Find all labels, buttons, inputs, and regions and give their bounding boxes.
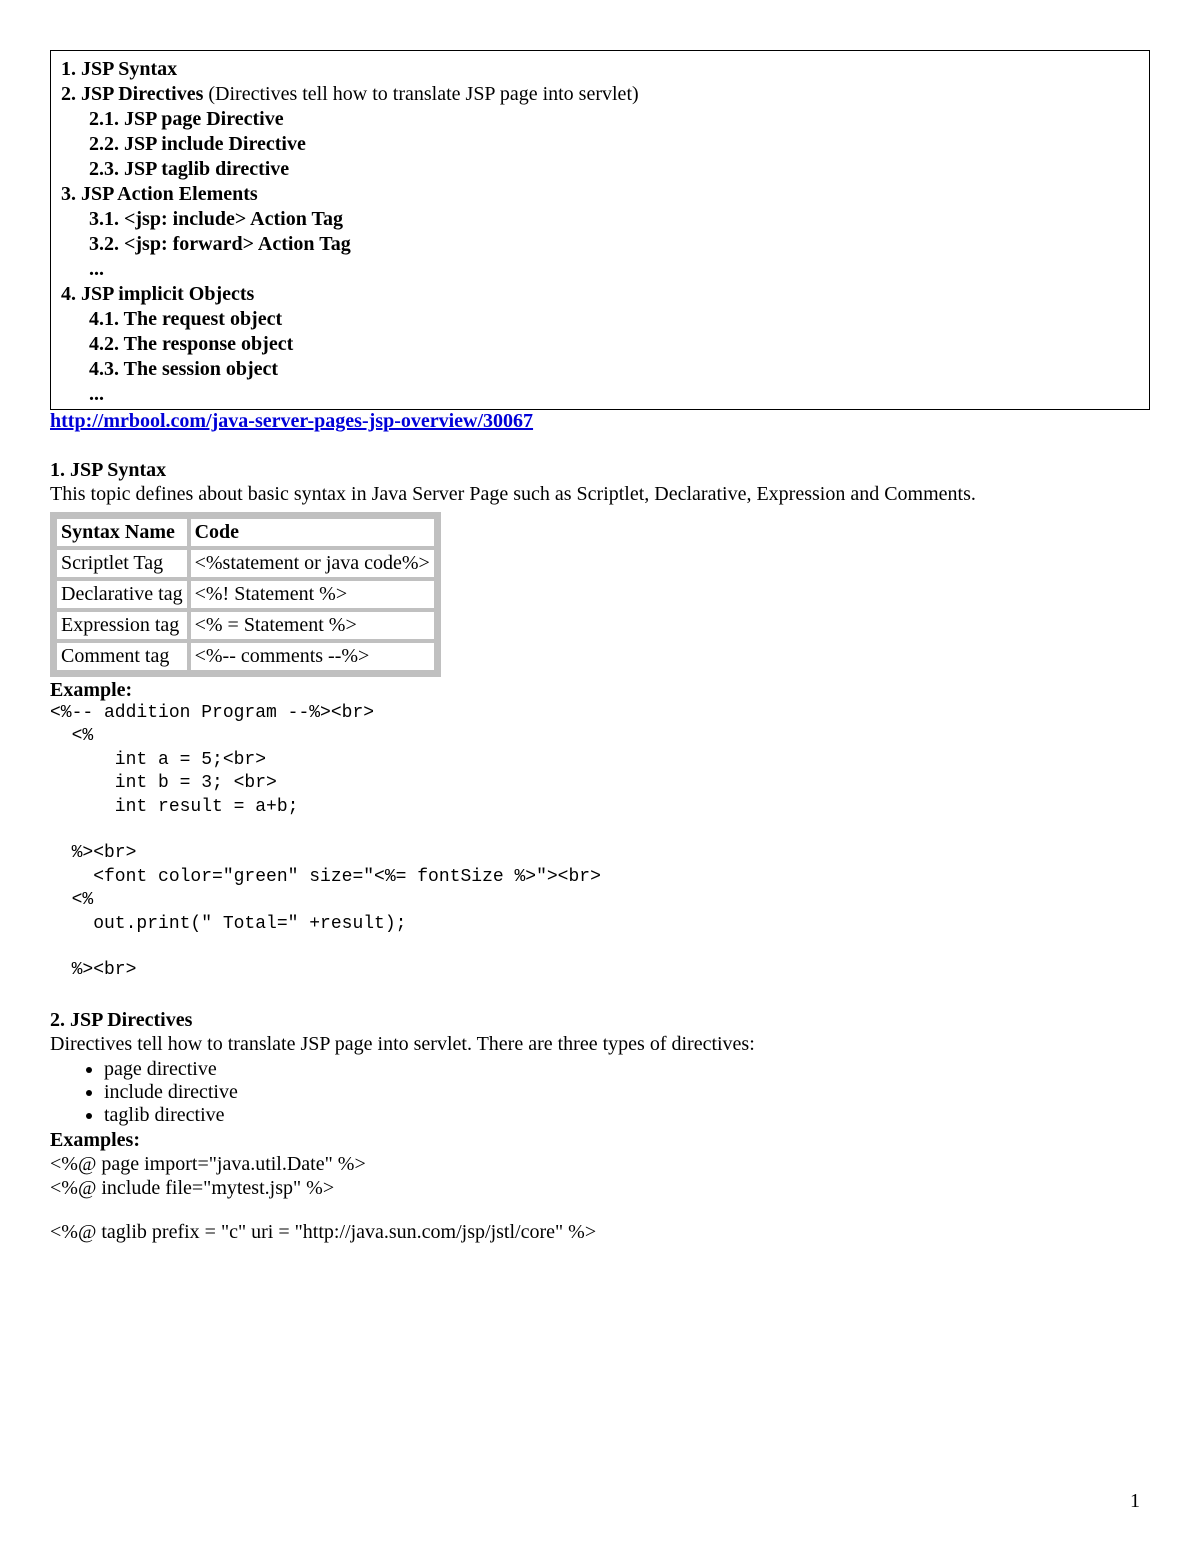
- directive-example-3: <%@ taglib prefix = "c" uri = "http://ja…: [50, 1220, 1150, 1244]
- source-link[interactable]: http://mrbool.com/java-server-pages-jsp-…: [50, 410, 533, 432]
- toc-item-2-2: 2.2. JSP include Directive: [61, 132, 1139, 157]
- source-link-row: http://mrbool.com/java-server-pages-jsp-…: [50, 410, 1150, 433]
- section-2-intro: Directives tell how to translate JSP pag…: [50, 1032, 1150, 1056]
- toc-item-2-1: 2.1. JSP page Directive: [61, 107, 1139, 132]
- toc-item-4: 4. JSP implicit Objects: [61, 282, 1139, 307]
- table-row: Scriptlet Tag <%statement or java code%>: [57, 550, 434, 581]
- examples-label: Examples:: [50, 1129, 1150, 1152]
- list-item: include directive: [104, 1081, 1150, 1104]
- list-item: page directive: [104, 1058, 1150, 1081]
- example-label: Example:: [50, 679, 1150, 702]
- toc-item-1: 1. JSP Syntax: [61, 57, 1139, 82]
- directive-example-2: <%@ include file="mytest.jsp" %>: [50, 1176, 1150, 1200]
- section-2-title: 2. JSP Directives: [50, 1009, 1150, 1032]
- table-row: Declarative tag <%! Statement %>: [57, 581, 434, 612]
- syntax-table: Syntax Name Code Scriptlet Tag <%stateme…: [50, 512, 441, 677]
- section-1-title: 1. JSP Syntax: [50, 459, 1150, 482]
- toc-item-3: 3. JSP Action Elements: [61, 182, 1139, 207]
- table-row: Comment tag <%-- comments --%>: [57, 643, 434, 670]
- toc-item-3-ellipsis: ...: [61, 257, 1139, 282]
- toc-item-4-2: 4.2. The response object: [61, 332, 1139, 357]
- toc-item-4-1: 4.1. The request object: [61, 307, 1139, 332]
- section-1-intro: This topic defines about basic syntax in…: [50, 482, 1150, 506]
- toc-item-4-3: 4.3. The session object: [61, 357, 1139, 382]
- example-code-block: <%-- addition Program --%><br> <% int a …: [50, 702, 1150, 983]
- directive-list: page directive include directive taglib …: [104, 1058, 1150, 1127]
- toc-item-3-1: 3.1. <jsp: include> Action Tag: [61, 207, 1139, 232]
- document-page: 1. JSP Syntax 2. JSP Directives (Directi…: [0, 0, 1200, 1553]
- list-item: taglib directive: [104, 1104, 1150, 1127]
- directive-example-1: <%@ page import="java.util.Date" %>: [50, 1152, 1150, 1176]
- toc-item-2-3: 2.3. JSP taglib directive: [61, 157, 1139, 182]
- table-of-contents: 1. JSP Syntax 2. JSP Directives (Directi…: [50, 50, 1150, 410]
- syntax-table-header-name: Syntax Name: [57, 519, 191, 550]
- toc-item-2: 2. JSP Directives (Directives tell how t…: [61, 82, 1139, 107]
- page-number: 1: [1130, 1490, 1140, 1513]
- toc-item-3-2: 3.2. <jsp: forward> Action Tag: [61, 232, 1139, 257]
- toc-item-4-ellipsis: ...: [61, 382, 1139, 407]
- syntax-table-header-code: Code: [191, 519, 434, 550]
- table-row: Expression tag <% = Statement %>: [57, 612, 434, 643]
